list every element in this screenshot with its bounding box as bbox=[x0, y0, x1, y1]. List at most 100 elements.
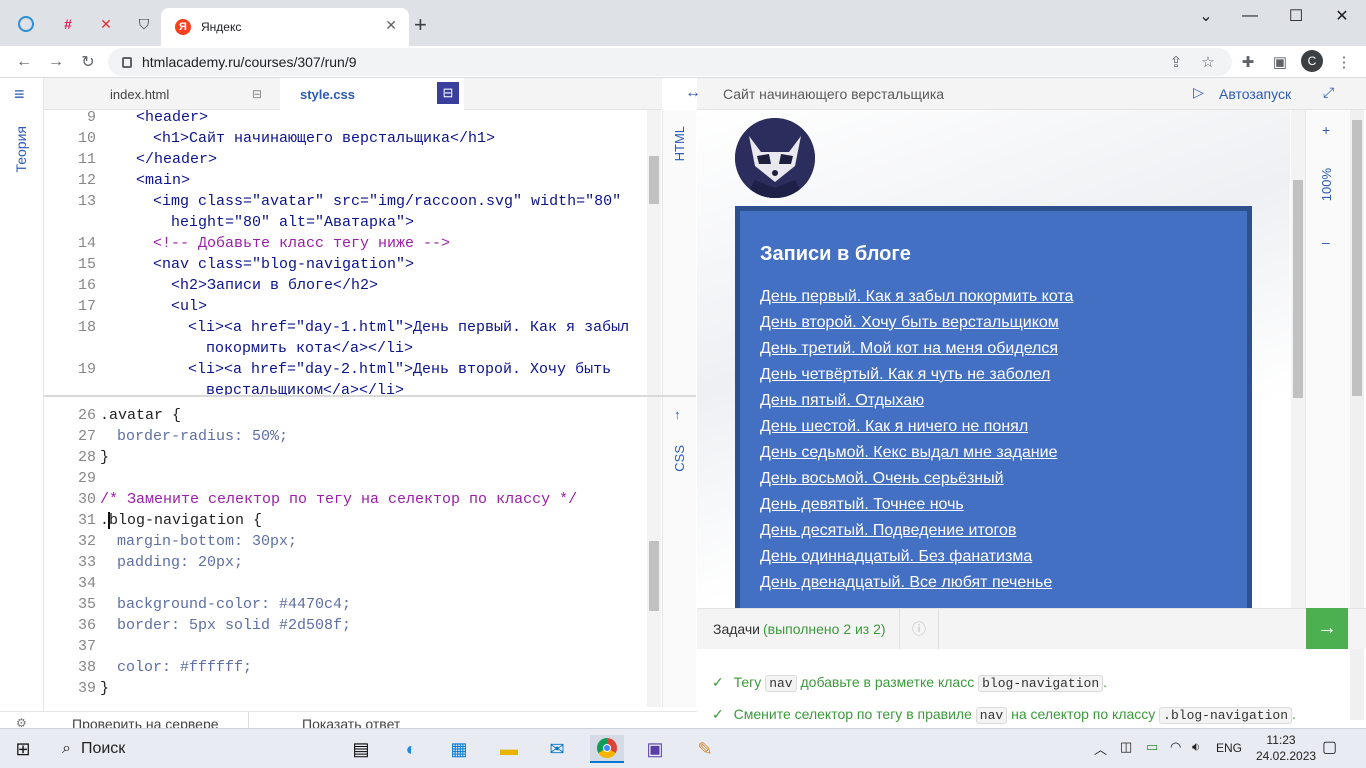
blog-link[interactable]: День девятый. Точнее ночь bbox=[760, 492, 1227, 518]
share-icon[interactable]: ⇪ bbox=[1166, 52, 1186, 72]
htmlacademy-app: ≡ Теория index.html ⊟ style.css ⊟ 9 10 11 … bbox=[0, 78, 1366, 728]
divider bbox=[248, 712, 249, 728]
resize-icon[interactable]: ↔ bbox=[685, 84, 701, 102]
settings-icon[interactable]: ⚙ bbox=[16, 716, 27, 728]
reload-button[interactable]: ↻ bbox=[76, 50, 100, 74]
windows-taskbar: ⊞ ⌕ Поиск ▤ ◐ ▦ ▬ ✉ ▣ ✎ ︿ ◫ ▭ ◠ 🔉︎ ENG 1… bbox=[0, 728, 1366, 768]
zoom-in-button[interactable]: + bbox=[1322, 122, 1330, 138]
show-answer-button[interactable]: Показать ответ bbox=[302, 716, 400, 728]
code-line: покормить кота</a></li> bbox=[206, 340, 414, 357]
figure-icon: ✕ bbox=[100, 15, 112, 32]
clock[interactable]: 11:23 24.02.2023 bbox=[1256, 732, 1316, 764]
chrome-icon[interactable] bbox=[590, 735, 624, 763]
preview-scroll-thumb[interactable] bbox=[1293, 180, 1303, 398]
code-line: <header> bbox=[136, 110, 209, 126]
sidepanel-icon[interactable]: ▣ bbox=[1270, 52, 1290, 72]
floppy-icon[interactable]: ▣ bbox=[640, 735, 670, 763]
wifi-icon[interactable]: ◠ bbox=[1170, 739, 1181, 755]
back-button[interactable]: ← bbox=[12, 50, 36, 74]
code-line: <ul> bbox=[171, 298, 208, 315]
css-scrollbar[interactable] bbox=[647, 397, 661, 707]
close-tab-icon[interactable]: ✕ bbox=[385, 17, 397, 34]
address-bar[interactable]: htmlacademy.ru/courses/307/run/9 bbox=[108, 48, 1232, 76]
new-tab-button[interactable]: + bbox=[414, 12, 427, 38]
browser-toolbar: ← → ↻ htmlacademy.ru/courses/307/run/9 ⇪… bbox=[0, 46, 1366, 78]
paint-icon[interactable]: ✎ bbox=[690, 735, 720, 763]
collapse-css-icon[interactable]: ⊟ bbox=[437, 82, 459, 104]
html-rail-label[interactable]: HTML bbox=[672, 126, 687, 161]
blog-link[interactable]: День третий. Мой кот на меня обиделся bbox=[760, 336, 1227, 362]
code-line: } bbox=[100, 449, 110, 466]
css-editor[interactable]: 26 27 28 29 30 31 32 33 34 35 36 37 38 39 .avatar… bbox=[44, 397, 648, 707]
code-line: </header> bbox=[136, 151, 218, 168]
menu-icon[interactable]: ≡ bbox=[14, 84, 25, 105]
code-chip: blog-navigation bbox=[978, 675, 1104, 692]
task-view-icon[interactable]: ▤ bbox=[346, 735, 376, 763]
blog-link[interactable]: День одиннадцатый. Без фанатизма bbox=[760, 544, 1227, 570]
page-scroll-thumb[interactable] bbox=[1352, 120, 1362, 396]
blog-link[interactable]: День четвёртый. Как я чуть не заболел bbox=[760, 362, 1227, 388]
star-icon[interactable]: ☆ bbox=[1198, 52, 1218, 72]
blog-link[interactable]: День шестой. Как я ничего не понял bbox=[760, 414, 1227, 440]
html-scroll-thumb[interactable] bbox=[649, 156, 659, 204]
minimize-button[interactable]: — bbox=[1228, 4, 1272, 28]
chevron-down-icon[interactable]: ⌄ bbox=[1184, 4, 1228, 28]
blog-link[interactable]: День пятый. Отдыхаю bbox=[760, 388, 1227, 414]
maximize-button[interactable]: ☐ bbox=[1274, 4, 1318, 28]
css-rail-label[interactable]: CSS bbox=[672, 445, 687, 472]
windows-start-icon[interactable]: ⊞ bbox=[8, 735, 38, 763]
url-text: htmlacademy.ru/courses/307/run/9 bbox=[142, 54, 357, 70]
pinned-tab-1[interactable] bbox=[8, 8, 44, 40]
blog-link[interactable]: День седьмой. Кекс выдал мне задание bbox=[760, 440, 1227, 466]
profile-avatar[interactable]: C bbox=[1301, 50, 1323, 72]
blog-link[interactable]: День двенадцатый. Все любят печенье bbox=[760, 570, 1227, 596]
chevron-up-icon[interactable]: ︿ bbox=[1094, 739, 1107, 758]
check-server-button[interactable]: Проверить на сервере bbox=[72, 716, 219, 728]
raccoon-icon bbox=[735, 118, 815, 198]
blog-heading: Записи в блоге bbox=[760, 243, 911, 265]
blog-link[interactable]: День десятый. Подведение итогов bbox=[760, 518, 1227, 544]
notifications-icon[interactable]: ▢ bbox=[1322, 737, 1337, 757]
kebab-menu-icon[interactable]: ⋮ bbox=[1334, 52, 1354, 72]
eye-icon bbox=[18, 16, 34, 32]
explorer-icon[interactable]: ▬ bbox=[494, 735, 524, 763]
network-icon[interactable]: ◫ bbox=[1120, 739, 1132, 755]
edge-icon[interactable]: ◐ bbox=[396, 735, 426, 763]
arrow-up-icon[interactable]: ↑ bbox=[674, 407, 681, 422]
tab-yandex[interactable]: Я Яндекс ✕ bbox=[161, 8, 409, 46]
blog-link[interactable]: День восьмой. Очень серьёзный bbox=[760, 466, 1227, 492]
blog-link[interactable]: День второй. Хочу быть верстальщиком bbox=[760, 310, 1227, 336]
extensions-icon[interactable]: ✚ bbox=[1238, 52, 1258, 72]
volume-icon[interactable]: 🔉︎ bbox=[1192, 739, 1200, 755]
pinned-tab-4[interactable]: ⛉ bbox=[126, 8, 162, 40]
mail-icon[interactable]: ✉ bbox=[542, 735, 572, 763]
tab-index-html[interactable]: index.html bbox=[110, 78, 169, 110]
code-line: <h1>Сайт начинающего верстальщика</h1> bbox=[153, 130, 496, 147]
autorun-button[interactable]: Автозапуск bbox=[1219, 86, 1291, 102]
info-icon[interactable]: ⓘ bbox=[899, 609, 939, 649]
forward-button[interactable]: → bbox=[44, 50, 68, 74]
pinned-tab-3[interactable]: ✕ bbox=[88, 8, 124, 40]
blog-link[interactable]: День первый. Как я забыл покормить кота bbox=[760, 284, 1227, 310]
taskbar-search[interactable]: ⌕ Поиск bbox=[52, 733, 332, 765]
zoom-out-button[interactable]: – bbox=[1322, 234, 1330, 250]
collapse-html-icon[interactable]: ⊟ bbox=[252, 78, 262, 110]
tasks-label: Задачи bbox=[713, 621, 761, 637]
code-line: padding: 20px; bbox=[117, 554, 244, 571]
css-scroll-thumb[interactable] bbox=[649, 541, 659, 611]
theory-tab[interactable]: Теория bbox=[13, 126, 29, 173]
html-editor[interactable]: 9 10 11 12 13 14 15 16 17 18 19 <header> <h1>С… bbox=[44, 110, 648, 395]
expand-icon[interactable]: ⤢ bbox=[1323, 84, 1334, 101]
store-icon[interactable]: ▦ bbox=[444, 735, 474, 763]
code-line: border: 5px solid #2d508f; bbox=[117, 617, 352, 634]
html-scrollbar[interactable] bbox=[647, 110, 661, 395]
battery-icon[interactable]: ▭ bbox=[1146, 739, 1158, 755]
zoom-level: 100% bbox=[1319, 168, 1334, 202]
play-icon[interactable]: ▷ bbox=[1193, 84, 1204, 101]
pinned-tab-2[interactable]: # bbox=[50, 8, 86, 40]
preview-scrollbar[interactable] bbox=[1291, 110, 1305, 608]
next-button[interactable]: → bbox=[1306, 608, 1348, 649]
close-window-button[interactable]: ✕ bbox=[1320, 4, 1364, 28]
language-indicator[interactable]: ENG bbox=[1216, 741, 1242, 755]
code-line: <main> bbox=[136, 172, 191, 189]
